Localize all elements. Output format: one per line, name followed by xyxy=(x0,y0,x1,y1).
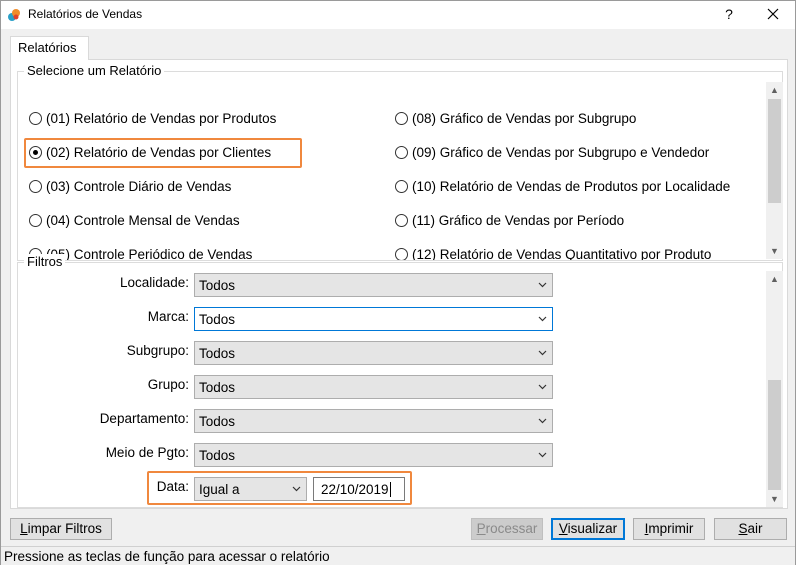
close-icon xyxy=(767,8,779,20)
data-date-input[interactable]: 22/10/2019 xyxy=(313,477,405,501)
subgrupo-label: Subgrupo: xyxy=(126,343,189,358)
data-date-value: 22/10/2019 xyxy=(321,482,389,497)
localidade-label: Localidade: xyxy=(119,275,189,290)
filters-group: Filtros Localidade: Todos Marca: Todos S… xyxy=(17,254,783,508)
filters-group-title: Filtros xyxy=(24,254,66,270)
radio-label: (01) Relatório de Vendas por Produtos xyxy=(46,110,277,126)
filters-list: Localidade: Todos Marca: Todos Subgrupo:… xyxy=(19,271,766,507)
chevron-down-icon xyxy=(538,452,547,458)
radio-report-10[interactable]: (10) Relatório de Vendas de Produtos por… xyxy=(395,177,730,195)
departamento-value: Todos xyxy=(199,414,236,429)
radio-button[interactable] xyxy=(29,111,42,125)
radio-label: (02) Relatório de Vendas por Clientes xyxy=(46,144,272,160)
grupo-label: Grupo: xyxy=(147,377,189,392)
arrow-up-icon[interactable]: ▲ xyxy=(766,82,783,98)
button-label: mprimir xyxy=(648,521,694,536)
localidade-select[interactable]: Todos xyxy=(194,273,553,297)
button-label: air xyxy=(747,521,763,536)
radio-report-01[interactable]: (01) Relatório de Vendas por Produtos xyxy=(29,109,276,127)
radio-button-selected[interactable] xyxy=(29,145,42,159)
radio-button[interactable] xyxy=(395,111,408,125)
chevron-down-icon xyxy=(538,316,547,322)
window-title: Relatórios de Vendas xyxy=(28,7,143,21)
localidade-value: Todos xyxy=(199,278,236,293)
marca-label: Marca: xyxy=(147,309,189,324)
chevron-down-icon xyxy=(538,384,547,390)
radio-label: (12) Relatório de Vendas Quantitativo po… xyxy=(412,246,712,261)
radio-report-03[interactable]: (03) Controle Diário de Vendas xyxy=(29,177,231,195)
report-group-title: Selecione um Relatório xyxy=(24,63,165,79)
radio-label: (03) Controle Diário de Vendas xyxy=(46,178,232,194)
marca-select[interactable]: Todos xyxy=(194,307,553,331)
subgrupo-value: Todos xyxy=(199,346,236,361)
chevron-down-icon xyxy=(538,350,547,356)
radio-button[interactable] xyxy=(395,213,408,227)
app-logo-icon xyxy=(8,9,20,21)
marca-value: Todos xyxy=(199,312,236,327)
processar-button[interactable]: Processar xyxy=(471,518,543,540)
status-text: Pressione as teclas de função para acess… xyxy=(4,549,330,564)
radio-report-08[interactable]: (08) Gráfico de Vendas por Subgrupo xyxy=(395,109,636,127)
sair-button[interactable]: Sair xyxy=(714,518,787,540)
arrow-down-icon[interactable]: ▼ xyxy=(766,491,783,507)
title-bar: Relatórios de Vendas ? xyxy=(1,1,795,29)
report-scrollbar[interactable]: ▲ ▼ xyxy=(766,82,783,259)
data-operator-select[interactable]: Igual a xyxy=(194,477,307,501)
meio-pgto-select[interactable]: Todos xyxy=(194,443,553,467)
radio-button[interactable] xyxy=(395,179,408,193)
scroll-thumb[interactable] xyxy=(768,380,781,490)
limpar-filtros-button[interactable]: Limpar Filtros xyxy=(10,518,112,540)
text-caret xyxy=(389,482,391,497)
radio-label: (08) Gráfico de Vendas por Subgrupo xyxy=(412,110,637,126)
report-group: Selecione um Relatório (01) Relatório de… xyxy=(17,63,783,261)
radio-report-09[interactable]: (09) Gráfico de Vendas por Subgrupo e Ve… xyxy=(395,143,709,161)
data-operator-value: Igual a xyxy=(199,482,240,497)
filters-scrollbar[interactable]: ▲ ▼ xyxy=(766,271,783,507)
visualizar-button[interactable]: Visualizar xyxy=(551,518,625,540)
meio-pgto-value: Todos xyxy=(199,448,236,463)
radio-button[interactable] xyxy=(395,247,408,260)
imprimir-button[interactable]: Imprimir xyxy=(633,518,705,540)
radio-label: (09) Gráfico de Vendas por Subgrupo e Ve… xyxy=(412,144,710,160)
grupo-select[interactable]: Todos xyxy=(194,375,553,399)
subgrupo-select[interactable]: Todos xyxy=(194,341,553,365)
mnemonic: S xyxy=(738,521,748,536)
mnemonic: V xyxy=(558,521,568,536)
meio-pgto-label: Meio de Pgto: xyxy=(105,445,189,460)
mnemonic: L xyxy=(20,521,28,536)
radio-label: (11) Gráfico de Vendas por Período xyxy=(412,212,625,228)
scroll-thumb[interactable] xyxy=(768,99,781,203)
close-button[interactable] xyxy=(759,4,787,24)
chevron-down-icon xyxy=(292,486,301,492)
radio-button[interactable] xyxy=(29,179,42,193)
departamento-label: Departamento: xyxy=(99,411,189,426)
radio-report-02[interactable]: (02) Relatório de Vendas por Clientes xyxy=(29,143,271,161)
tab-panel: Selecione um Relatório (01) Relatório de… xyxy=(10,59,788,509)
radio-label: (05) Controle Periódico de Vendas xyxy=(46,246,253,261)
grupo-value: Todos xyxy=(199,380,236,395)
report-dialog: Relatórios de Vendas ? Relatórios Seleci… xyxy=(0,0,796,565)
departamento-select[interactable]: Todos xyxy=(194,409,553,433)
button-label: impar Filtros xyxy=(27,521,102,536)
radio-report-04[interactable]: (04) Controle Mensal de Vendas xyxy=(29,211,240,229)
arrow-up-icon[interactable]: ▲ xyxy=(766,271,783,287)
radio-button[interactable] xyxy=(29,213,42,227)
tab-relatorios[interactable]: Relatórios xyxy=(10,36,89,60)
button-label: rocessar xyxy=(485,521,538,536)
status-bar: Pressione as teclas de função para acess… xyxy=(1,546,795,565)
radio-report-12[interactable]: (12) Relatório de Vendas Quantitativo po… xyxy=(395,245,711,260)
radio-button[interactable] xyxy=(395,145,408,159)
chevron-down-icon xyxy=(538,418,547,424)
radio-label: (04) Controle Mensal de Vendas xyxy=(46,212,240,228)
arrow-down-icon[interactable]: ▼ xyxy=(766,243,783,259)
report-list: (01) Relatório de Vendas por Produtos (0… xyxy=(19,83,766,260)
data-label: Data: xyxy=(156,479,189,494)
radio-label: (10) Relatório de Vendas de Produtos por… xyxy=(412,178,731,194)
button-label: isualizar xyxy=(567,521,618,536)
help-button[interactable]: ? xyxy=(717,4,741,24)
chevron-down-icon xyxy=(538,282,547,288)
radio-report-11[interactable]: (11) Gráfico de Vendas por Período xyxy=(395,211,624,229)
mnemonic: P xyxy=(476,521,486,536)
